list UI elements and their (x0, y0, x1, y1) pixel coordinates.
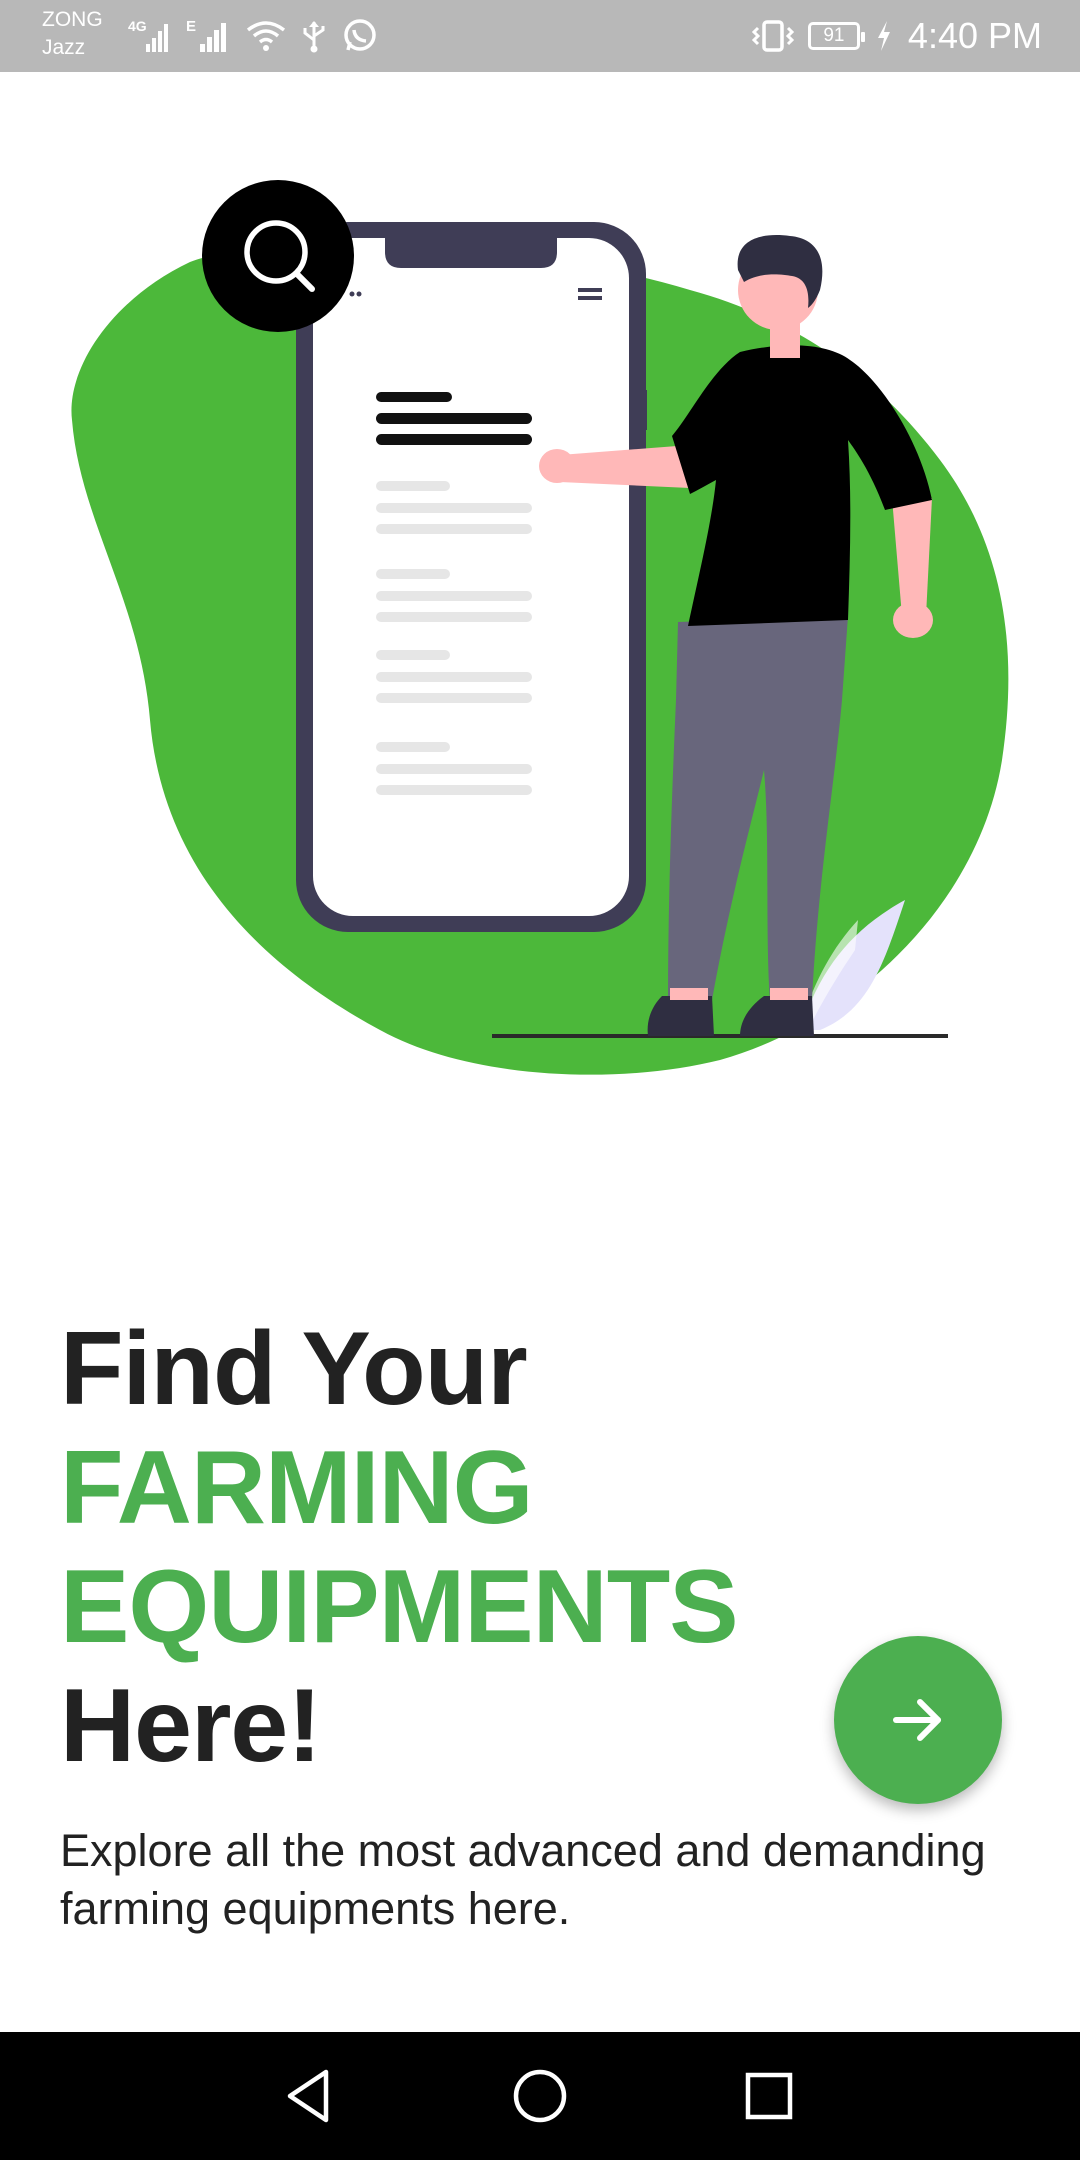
phone-notch (385, 238, 557, 268)
carrier-info: ZONG Jazz (42, 6, 103, 62)
status-icons-left: 4G E (128, 14, 378, 58)
home-icon (510, 2066, 570, 2126)
wifi-icon (246, 18, 286, 54)
nav-home-button[interactable] (506, 2062, 574, 2130)
charging-icon (876, 20, 892, 52)
status-time: 4:40 PM (907, 15, 1042, 56)
phone-search-illustration (0, 72, 1080, 1152)
vibrate-icon (750, 18, 796, 54)
nav-back-button[interactable] (274, 2062, 342, 2130)
phone-screen (313, 238, 629, 916)
whatsapp-icon (342, 18, 378, 54)
navigation-bar (0, 2032, 1080, 2160)
signal-icon: 4G (128, 18, 172, 54)
battery-level: 91 (823, 25, 845, 46)
headline-line-1: Find Your (60, 1311, 528, 1427)
signal-icon: E (186, 18, 232, 54)
onboarding-screen: ZONG Jazz 4G E 91 4:40 PM Find Your FARM… (0, 0, 1080, 2160)
arrow-right-icon (886, 1688, 950, 1752)
status-bar: ZONG Jazz 4G E 91 4:40 PM (0, 0, 1080, 72)
headline-line-3: EQUIPMENTS (60, 1549, 739, 1665)
headline: Find Your FARMING EQUIPMENTS Here! (60, 1310, 739, 1786)
next-button[interactable] (834, 1636, 1002, 1804)
battery-icon: 91 (807, 22, 865, 50)
headline-line-4: Here! (60, 1668, 322, 1784)
status-icons-right: 91 4:40 PM (750, 10, 1042, 62)
back-icon (282, 2066, 334, 2126)
recents-icon (741, 2068, 797, 2124)
subtitle: Explore all the most advanced and demand… (60, 1825, 986, 1934)
nav-recents-button[interactable] (735, 2062, 803, 2130)
search-badge (202, 180, 354, 332)
usb-icon (300, 18, 328, 54)
headline-line-2: FARMING (60, 1430, 534, 1546)
carrier-primary: ZONG (42, 8, 103, 31)
carrier-secondary: Jazz (42, 36, 86, 59)
